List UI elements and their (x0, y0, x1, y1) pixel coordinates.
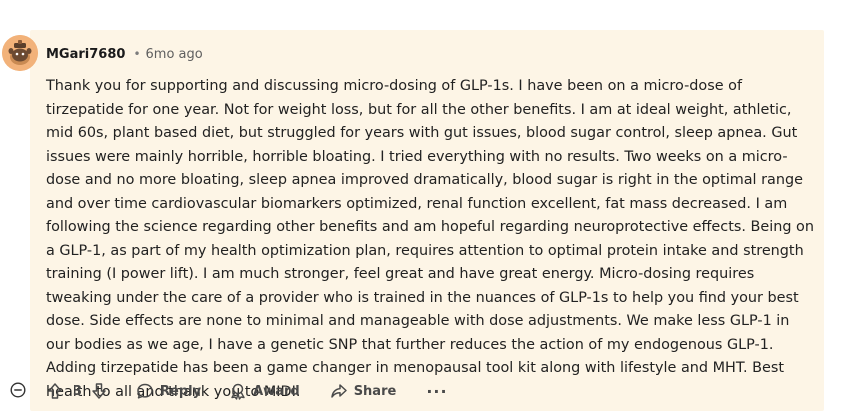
comment-header: MGari7680 • 6mo ago (46, 44, 203, 64)
reply-label: Reply (160, 383, 202, 399)
collapse-thread-button[interactable] (10, 382, 26, 398)
award-button[interactable]: Award (229, 382, 300, 400)
downvote-arrow-icon (92, 383, 106, 399)
upvote-arrow-icon (48, 383, 62, 399)
timestamp[interactable]: 6mo ago (146, 47, 203, 62)
avatar[interactable] (2, 35, 38, 71)
reply-speech-bubble-icon (137, 383, 153, 399)
vote-controls: 3 (46, 382, 108, 400)
award-label: Award (253, 383, 300, 399)
comment-thread: MGari7680 • 6mo ago Thank you for suppor… (0, 0, 850, 411)
username[interactable]: MGari7680 (46, 47, 125, 62)
vote-count: 3 (73, 383, 83, 399)
more-options-label: ··· (426, 381, 448, 401)
upvote-button[interactable] (46, 382, 64, 400)
collapse-minus-icon (10, 382, 26, 398)
snoo-avatar-icon (2, 35, 38, 71)
share-button[interactable]: Share (330, 382, 397, 400)
downvote-button[interactable] (90, 382, 108, 400)
comment-action-bar: 3 Reply Award Share ··· (46, 380, 448, 402)
award-ribbon-icon (231, 383, 245, 400)
reply-button[interactable]: Reply (136, 382, 201, 400)
share-arrow-icon (330, 384, 347, 398)
share-label: Share (353, 383, 397, 399)
meta-separator: • (133, 47, 141, 61)
comment-body: Thank you for supporting and discussing … (46, 78, 814, 400)
more-options-button[interactable]: ··· (426, 382, 447, 401)
